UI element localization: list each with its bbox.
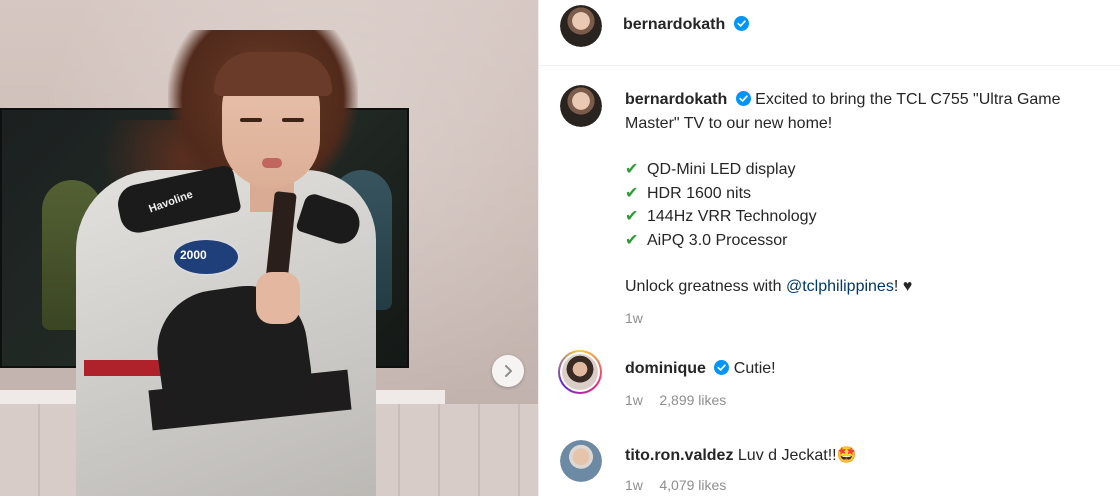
comment: dominique Cutie!	[625, 360, 776, 378]
comment-meta: 1w 4,079 likes	[625, 477, 726, 495]
comment-likes[interactable]: 4,079 likes	[659, 477, 726, 493]
hand	[256, 272, 300, 324]
verified-badge-icon	[735, 91, 751, 106]
author-avatar[interactable]	[560, 5, 602, 47]
person: Havoline 2000	[0, 0, 538, 496]
next-image-button[interactable]	[492, 355, 524, 387]
feature-item: ✔ AiPQ 3.0 Processor	[625, 229, 1105, 253]
comment: tito.ron.valdez Luv d Jeckat!!🤩	[625, 445, 857, 465]
post-age[interactable]: 1w	[625, 310, 643, 326]
comment-age[interactable]: 1w	[625, 392, 643, 408]
feature-item: ✔ HDR 1600 nits	[625, 182, 1105, 206]
post-panel: bernardokath bernardokath Excited to bri…	[538, 0, 1120, 496]
feature-item: ✔ 144Hz VRR Technology	[625, 205, 1105, 229]
caption-username[interactable]: bernardokath	[625, 91, 727, 108]
comment-text: Luv d Jeckat!!🤩	[737, 447, 857, 464]
feature-item: ✔ QD-Mini LED display	[625, 158, 1105, 182]
comment-likes[interactable]: 2,899 likes	[659, 392, 726, 408]
heart-icon: ♥	[902, 278, 913, 295]
comment-username[interactable]: dominique	[625, 360, 706, 377]
comment-text: Cutie!	[733, 360, 776, 377]
verified-badge-icon	[714, 360, 730, 375]
post-caption: bernardokath Excited to bring the TCL C7…	[625, 88, 1105, 330]
check-icon: ✔	[625, 208, 639, 225]
chevron-right-icon	[505, 365, 512, 377]
comment-age[interactable]: 1w	[625, 477, 643, 493]
story-ring[interactable]	[558, 350, 602, 394]
check-icon: ✔	[625, 161, 639, 178]
comment-meta: 1w 2,899 likes	[625, 392, 726, 410]
commenter-avatar	[562, 354, 598, 390]
unlock-text: Unlock greatness with	[625, 278, 782, 295]
mention-link[interactable]: @tclphilippines	[786, 278, 894, 295]
verified-badge-icon	[733, 16, 749, 31]
commenter-avatar[interactable]	[560, 440, 602, 482]
post-media[interactable]: Havoline 2000	[0, 0, 538, 496]
post-header: bernardokath	[539, 0, 1120, 66]
author-username[interactable]: bernardokath	[623, 16, 725, 33]
check-icon: ✔	[625, 231, 639, 249]
check-icon: ✔	[625, 184, 639, 202]
caption-author-avatar[interactable]	[560, 85, 602, 127]
comment-username[interactable]: tito.ron.valdez	[625, 447, 733, 464]
